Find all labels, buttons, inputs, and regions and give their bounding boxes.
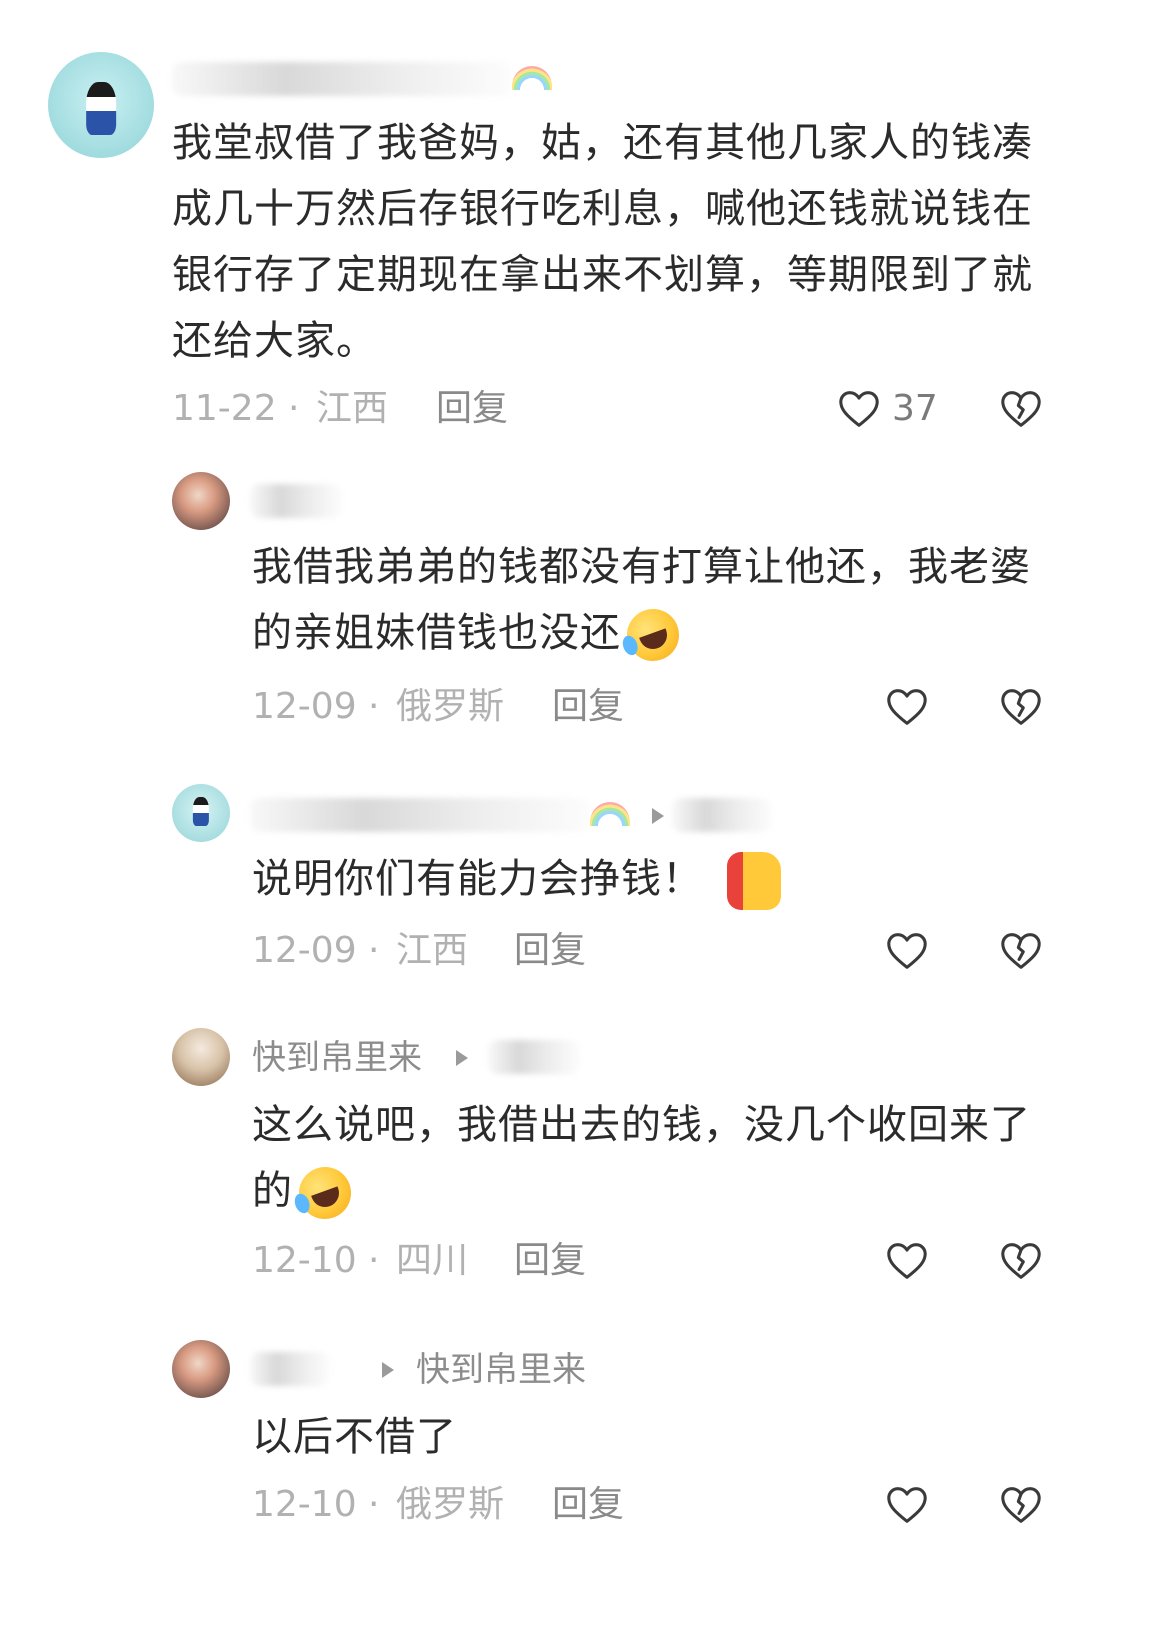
- comment-date: 12-09: [252, 930, 357, 971]
- heart-outline-icon[interactable]: [884, 1482, 930, 1528]
- like-count: 37: [892, 388, 938, 429]
- reply-to-obscured[interactable]: [488, 1040, 580, 1074]
- comment-date: 12-10: [252, 1240, 357, 1281]
- laughing-crying-emoji: [291, 1159, 359, 1227]
- heart-outline-icon[interactable]: [884, 1238, 930, 1284]
- meta-separator: ·: [368, 930, 380, 971]
- reply-item: 说明你们有能力会挣钱！ 12-09 · 江西 回复: [0, 782, 1152, 992]
- rainbow-icon: [590, 802, 630, 826]
- reply-button[interactable]: 回复: [514, 1236, 586, 1286]
- username-obscured[interactable]: [250, 1352, 330, 1386]
- meta-separator: ·: [288, 388, 300, 429]
- avatar-figure: [192, 796, 210, 826]
- broken-heart-icon[interactable]: [998, 386, 1044, 432]
- heart-outline-icon[interactable]: [884, 684, 930, 730]
- username-obscured[interactable]: [250, 798, 590, 832]
- reply-to-obscured[interactable]: [672, 798, 772, 832]
- reply-button[interactable]: 回复: [436, 384, 508, 434]
- reply-button[interactable]: 回复: [552, 1480, 624, 1530]
- comment-date: 12-10: [252, 1484, 357, 1525]
- comment-text-content: 以后不借了: [252, 1414, 457, 1460]
- comment-date: 12-09: [252, 686, 357, 727]
- comment-region: 俄罗斯: [396, 1484, 505, 1525]
- reply-item: 快到帛里来 以后不借了 12-10 · 俄罗斯 回复: [0, 1338, 1152, 1538]
- comment-meta: 12-10 · 四川 回复: [0, 1236, 1152, 1286]
- avatar[interactable]: [172, 472, 230, 530]
- laughing-crying-emoji: [619, 601, 687, 669]
- avatar[interactable]: [172, 1340, 230, 1398]
- username[interactable]: 快到帛里来: [252, 1038, 422, 1078]
- comment-meta: 12-10 · 俄罗斯 回复: [0, 1480, 1152, 1530]
- comment-text-content: 说明你们有能力会挣钱！: [252, 856, 703, 902]
- username-obscured[interactable]: [250, 484, 342, 518]
- comment-text: 说明你们有能力会挣钱！: [252, 846, 1052, 912]
- meta-separator: ·: [368, 1484, 380, 1525]
- comment-text-content: 我堂叔借了我爸妈，姑，还有其他几家人的钱凑成几十万然后存银行吃利息，喊他还钱就说…: [172, 120, 1033, 364]
- broken-heart-icon[interactable]: [998, 1238, 1044, 1284]
- broken-heart-icon[interactable]: [998, 1482, 1044, 1528]
- reply-arrow-icon: [652, 808, 664, 824]
- reply-to-username[interactable]: 快到帛里来: [416, 1350, 586, 1390]
- comment-meta: 12-09 · 俄罗斯 回复: [0, 682, 1152, 732]
- comment-thread: 我堂叔借了我爸妈，姑，还有其他几家人的钱凑成几十万然后存银行吃利息，喊他还钱就说…: [0, 0, 1152, 1643]
- comment-text: 这么说吧，我借出去的钱，没几个收回来了的: [252, 1092, 1052, 1227]
- reply-button[interactable]: 回复: [552, 682, 624, 732]
- reply-item: 我借我弟弟的钱都没有打算让他还，我老婆的亲姐妹借钱也没还 12-09 · 俄罗斯…: [0, 470, 1152, 740]
- broken-heart-icon[interactable]: [998, 684, 1044, 730]
- avatar-figure: [86, 81, 116, 135]
- avatar[interactable]: [48, 52, 154, 158]
- reply-item: 快到帛里来 这么说吧，我借出去的钱，没几个收回来了的 12-10 · 四川 回复: [0, 1026, 1152, 1296]
- heart-outline-icon[interactable]: [884, 928, 930, 974]
- comment-text: 我堂叔借了我爸妈，姑，还有其他几家人的钱凑成几十万然后存银行吃利息，喊他还钱就说…: [172, 110, 1052, 374]
- meta-separator: ·: [368, 1240, 380, 1281]
- comment-region: 四川: [396, 1240, 469, 1281]
- comment-region: 江西: [396, 930, 469, 971]
- broken-heart-icon[interactable]: [998, 928, 1044, 974]
- reply-arrow-icon: [456, 1050, 468, 1066]
- thumbs-up-emoji: [727, 852, 781, 910]
- comment-text: 以后不借了: [252, 1404, 1052, 1470]
- meta-separator: ·: [368, 686, 380, 727]
- comment-date: 11-22: [172, 388, 277, 429]
- comment-item: 我堂叔借了我爸妈，姑，还有其他几家人的钱凑成几十万然后存银行吃利息，喊他还钱就说…: [0, 52, 1152, 452]
- comment-text-content: 这么说吧，我借出去的钱，没几个收回来了的: [252, 1102, 1031, 1214]
- comment-meta: 11-22 · 江西 回复 37: [0, 384, 1152, 434]
- avatar[interactable]: [172, 784, 230, 842]
- reply-arrow-icon: [382, 1362, 394, 1378]
- comment-text: 我借我弟弟的钱都没有打算让他还，我老婆的亲姐妹借钱也没还: [252, 534, 1052, 669]
- heart-outline-icon[interactable]: [836, 386, 882, 432]
- rainbow-icon: [512, 66, 552, 90]
- avatar[interactable]: [172, 1028, 230, 1086]
- comment-meta: 12-09 · 江西 回复: [0, 926, 1152, 976]
- comment-region: 俄罗斯: [396, 686, 505, 727]
- comment-region: 江西: [316, 388, 389, 429]
- username-obscured[interactable]: [172, 62, 512, 96]
- reply-button[interactable]: 回复: [514, 926, 586, 976]
